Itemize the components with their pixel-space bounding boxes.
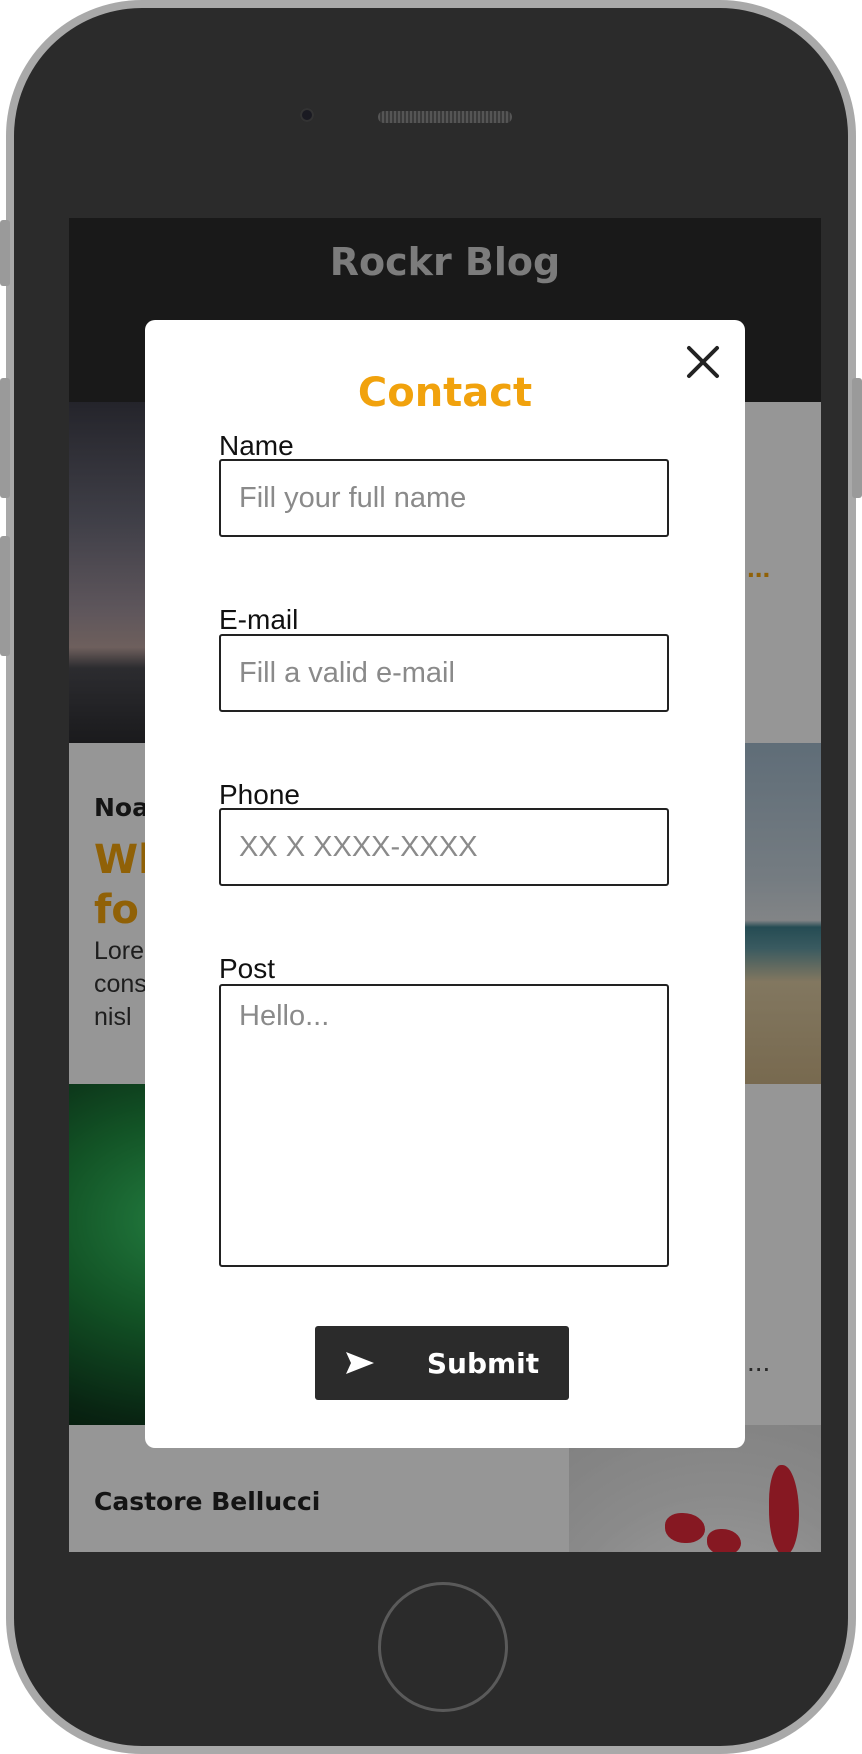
submit-button[interactable]: Submit xyxy=(315,1326,569,1400)
submit-label: Submit xyxy=(426,1346,540,1380)
phone-label: Phone xyxy=(219,779,300,810)
phone-frame: Rockr Blog ... Noa Wh fo Lore cons nisl … xyxy=(0,0,862,1754)
volume-up-button xyxy=(0,378,10,498)
email-label: E-mail xyxy=(219,604,299,635)
phone-bezel: Rockr Blog ... Noa Wh fo Lore cons nisl … xyxy=(14,8,848,1746)
volume-down-button xyxy=(0,536,10,656)
home-button[interactable] xyxy=(378,1582,508,1712)
contact-modal: Contact Name E-mail Phone Post Submit xyxy=(145,320,745,1448)
post-textarea[interactable] xyxy=(219,984,669,1267)
front-camera xyxy=(300,108,314,122)
phone-input[interactable] xyxy=(219,808,669,886)
mute-switch xyxy=(0,220,10,286)
power-button xyxy=(852,378,862,498)
name-label: Name xyxy=(219,430,294,461)
post-label: Post xyxy=(219,953,276,984)
send-icon xyxy=(345,1352,374,1374)
email-input[interactable] xyxy=(219,634,669,712)
screen: Rockr Blog ... Noa Wh fo Lore cons nisl … xyxy=(69,218,821,1552)
earpiece-speaker xyxy=(378,111,512,123)
modal-title: Contact xyxy=(357,370,533,416)
name-input[interactable] xyxy=(219,459,669,537)
